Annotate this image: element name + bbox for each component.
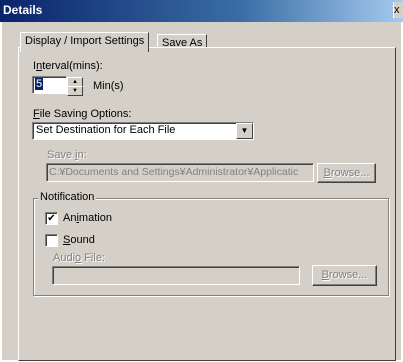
- audio-file-label: Audio File:: [53, 252, 105, 264]
- tab-label: Display / Import Settings: [25, 35, 145, 47]
- file-saving-label: File Saving Options:: [33, 108, 132, 120]
- window-title: Details: [3, 3, 43, 17]
- sound-checkbox[interactable]: [45, 234, 58, 247]
- arrow-up-icon: ▲: [72, 79, 78, 85]
- interval-unit: Min(s): [93, 80, 124, 92]
- interval-label: Interval(mins):: [33, 60, 103, 72]
- save-in-path-field[interactable]: C:¥Documents and Settings¥Administrator¥…: [46, 163, 314, 182]
- animation-checkbox[interactable]: ✔: [45, 212, 58, 225]
- save-in-browse-button[interactable]: Browse...: [317, 163, 376, 183]
- save-in-path: C:¥Documents and Settings¥Administrator¥…: [49, 166, 299, 178]
- tab-display-import-settings[interactable]: Display / Import Settings: [20, 32, 150, 52]
- interval-value: 5: [35, 78, 44, 90]
- checkmark-icon: ✔: [47, 213, 56, 224]
- chevron-down-icon[interactable]: ▼: [236, 123, 253, 139]
- animation-label[interactable]: Animation: [63, 212, 112, 224]
- interval-input[interactable]: 5: [32, 76, 67, 94]
- audio-file-browse-button[interactable]: Browse...: [312, 265, 377, 286]
- title-bar[interactable]: Details x: [0, 0, 403, 22]
- arrow-down-icon: ▼: [72, 88, 78, 94]
- save-in-label: Save in:: [47, 149, 87, 161]
- file-saving-selected: Set Destination for Each File: [36, 124, 176, 136]
- sound-label[interactable]: Sound: [63, 234, 95, 246]
- notification-group-label: Notification: [38, 191, 97, 203]
- interval-spin-down[interactable]: ▼: [67, 86, 83, 96]
- audio-file-field[interactable]: [52, 266, 300, 285]
- close-icon[interactable]: x: [393, 2, 403, 18]
- file-saving-select[interactable]: Set Destination for Each File ▼: [32, 122, 254, 140]
